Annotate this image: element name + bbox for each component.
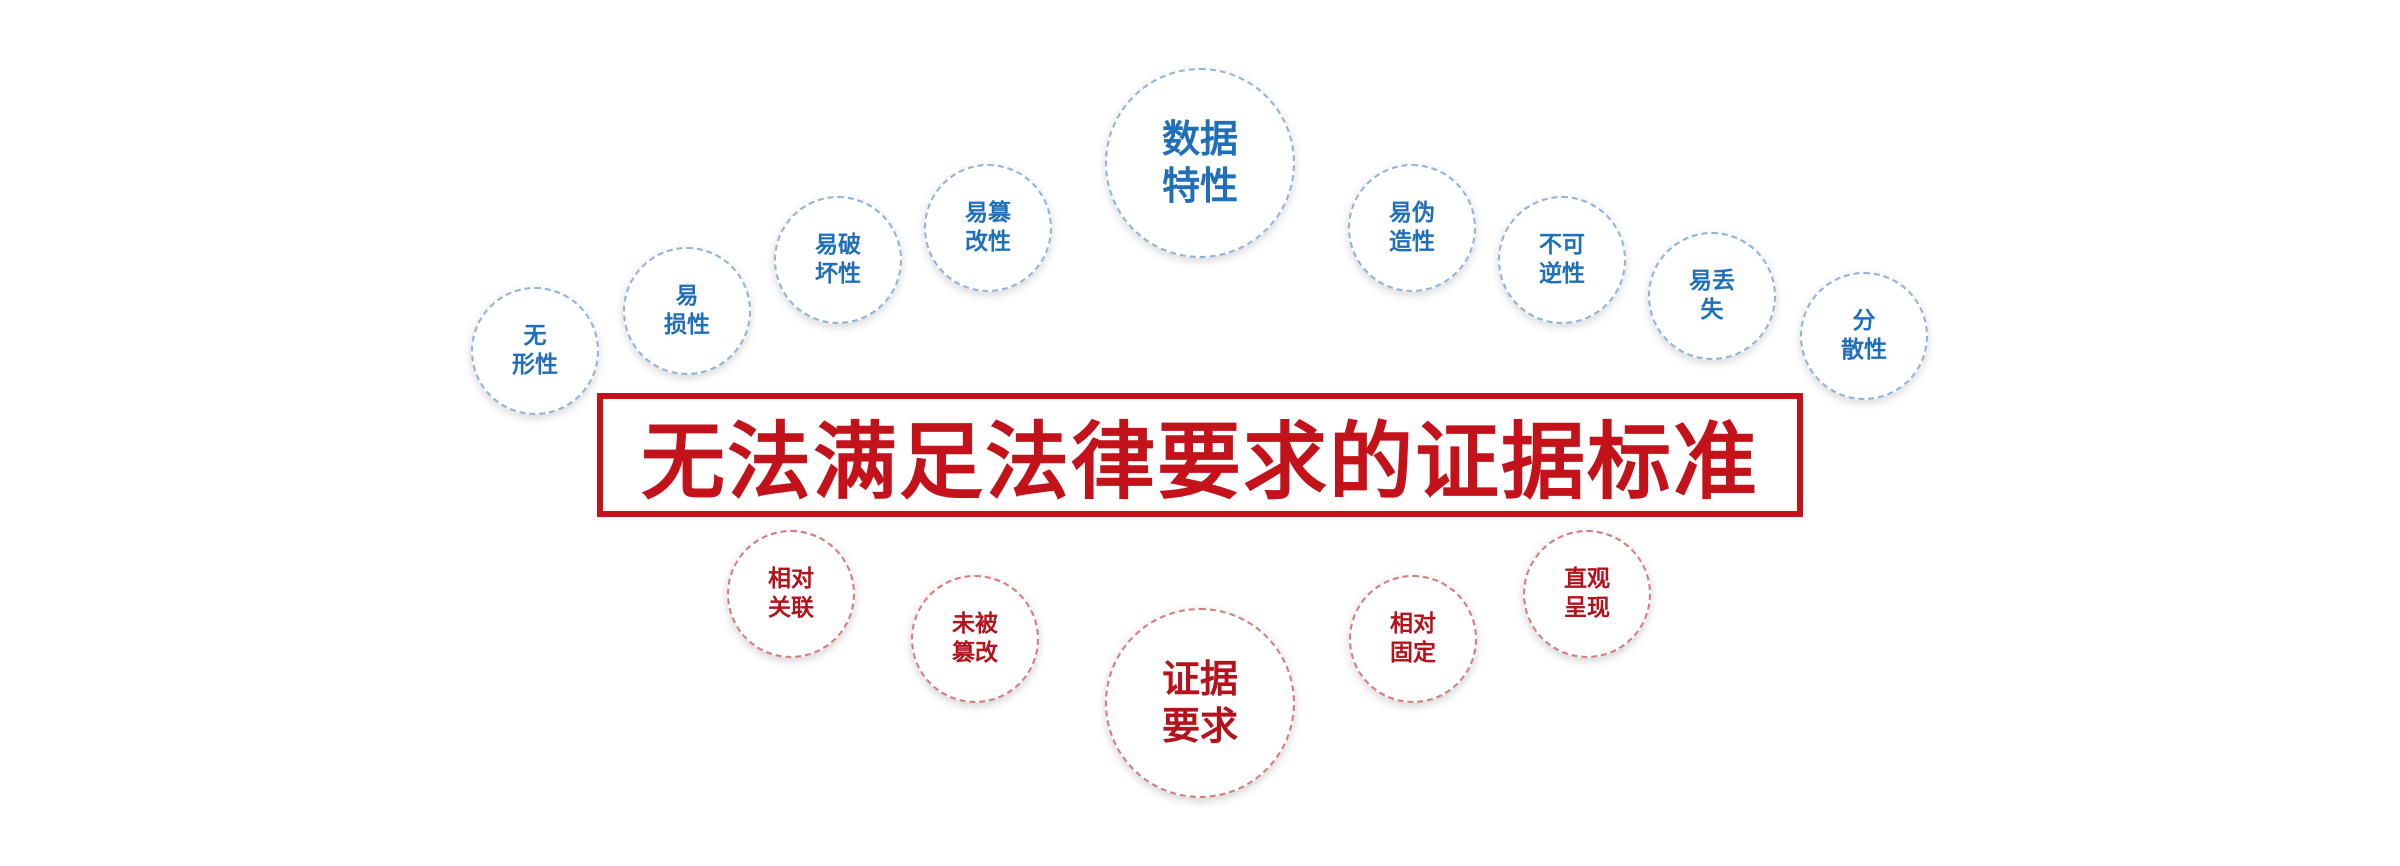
title-box: 无法满足法律要求的证据标准 (597, 393, 1803, 517)
characteristic-label: 易丢 失 (1689, 268, 1735, 323)
requirement-label: 未被 篡改 (952, 611, 998, 666)
characteristic-irreversible: 不可 逆性 (1498, 196, 1626, 324)
characteristic-intangible: 无 形性 (471, 287, 599, 415)
requirement-label: 相对 固定 (1390, 611, 1436, 666)
characteristic-fragile: 易 损性 (623, 247, 751, 375)
evidence-requirements-label: 证据 要求 (1161, 656, 1238, 749)
characteristic-destructible: 易破 坏性 (774, 196, 902, 324)
requirement-label: 相对 关联 (768, 566, 814, 621)
characteristic-label: 分 散性 (1841, 308, 1887, 363)
diagram-canvas: 数据 特性 无 形性 易 损性 易破 坏性 易篡 改性 易伪 造性 不可 逆性 … (0, 0, 2400, 866)
requirement-relevance: 相对 关联 (727, 530, 855, 658)
characteristic-label: 易 损性 (664, 283, 710, 338)
requirement-untampered: 未被 篡改 (911, 575, 1039, 703)
characteristic-label: 不可 逆性 (1539, 232, 1585, 287)
characteristic-label: 易破 坏性 (815, 232, 861, 287)
evidence-requirements-center: 证据 要求 (1105, 608, 1295, 798)
characteristic-label: 易伪 造性 (1389, 200, 1435, 255)
requirement-label: 直观 呈现 (1564, 566, 1610, 621)
characteristic-label: 无 形性 (512, 323, 558, 378)
requirement-intuitive: 直观 呈现 (1523, 530, 1651, 658)
data-characteristics-center: 数据 特性 (1105, 68, 1295, 258)
data-characteristics-label: 数据 特性 (1161, 116, 1238, 209)
characteristic-forgeable: 易伪 造性 (1348, 164, 1476, 292)
characteristic-label: 易篡 改性 (965, 200, 1011, 255)
diagram-title: 无法满足法律要求的证据标准 (640, 412, 1759, 511)
characteristic-losable: 易丢 失 (1648, 232, 1776, 360)
characteristic-dispersed: 分 散性 (1800, 272, 1928, 400)
characteristic-tamperable: 易篡 改性 (924, 164, 1052, 292)
requirement-fixed: 相对 固定 (1349, 575, 1477, 703)
